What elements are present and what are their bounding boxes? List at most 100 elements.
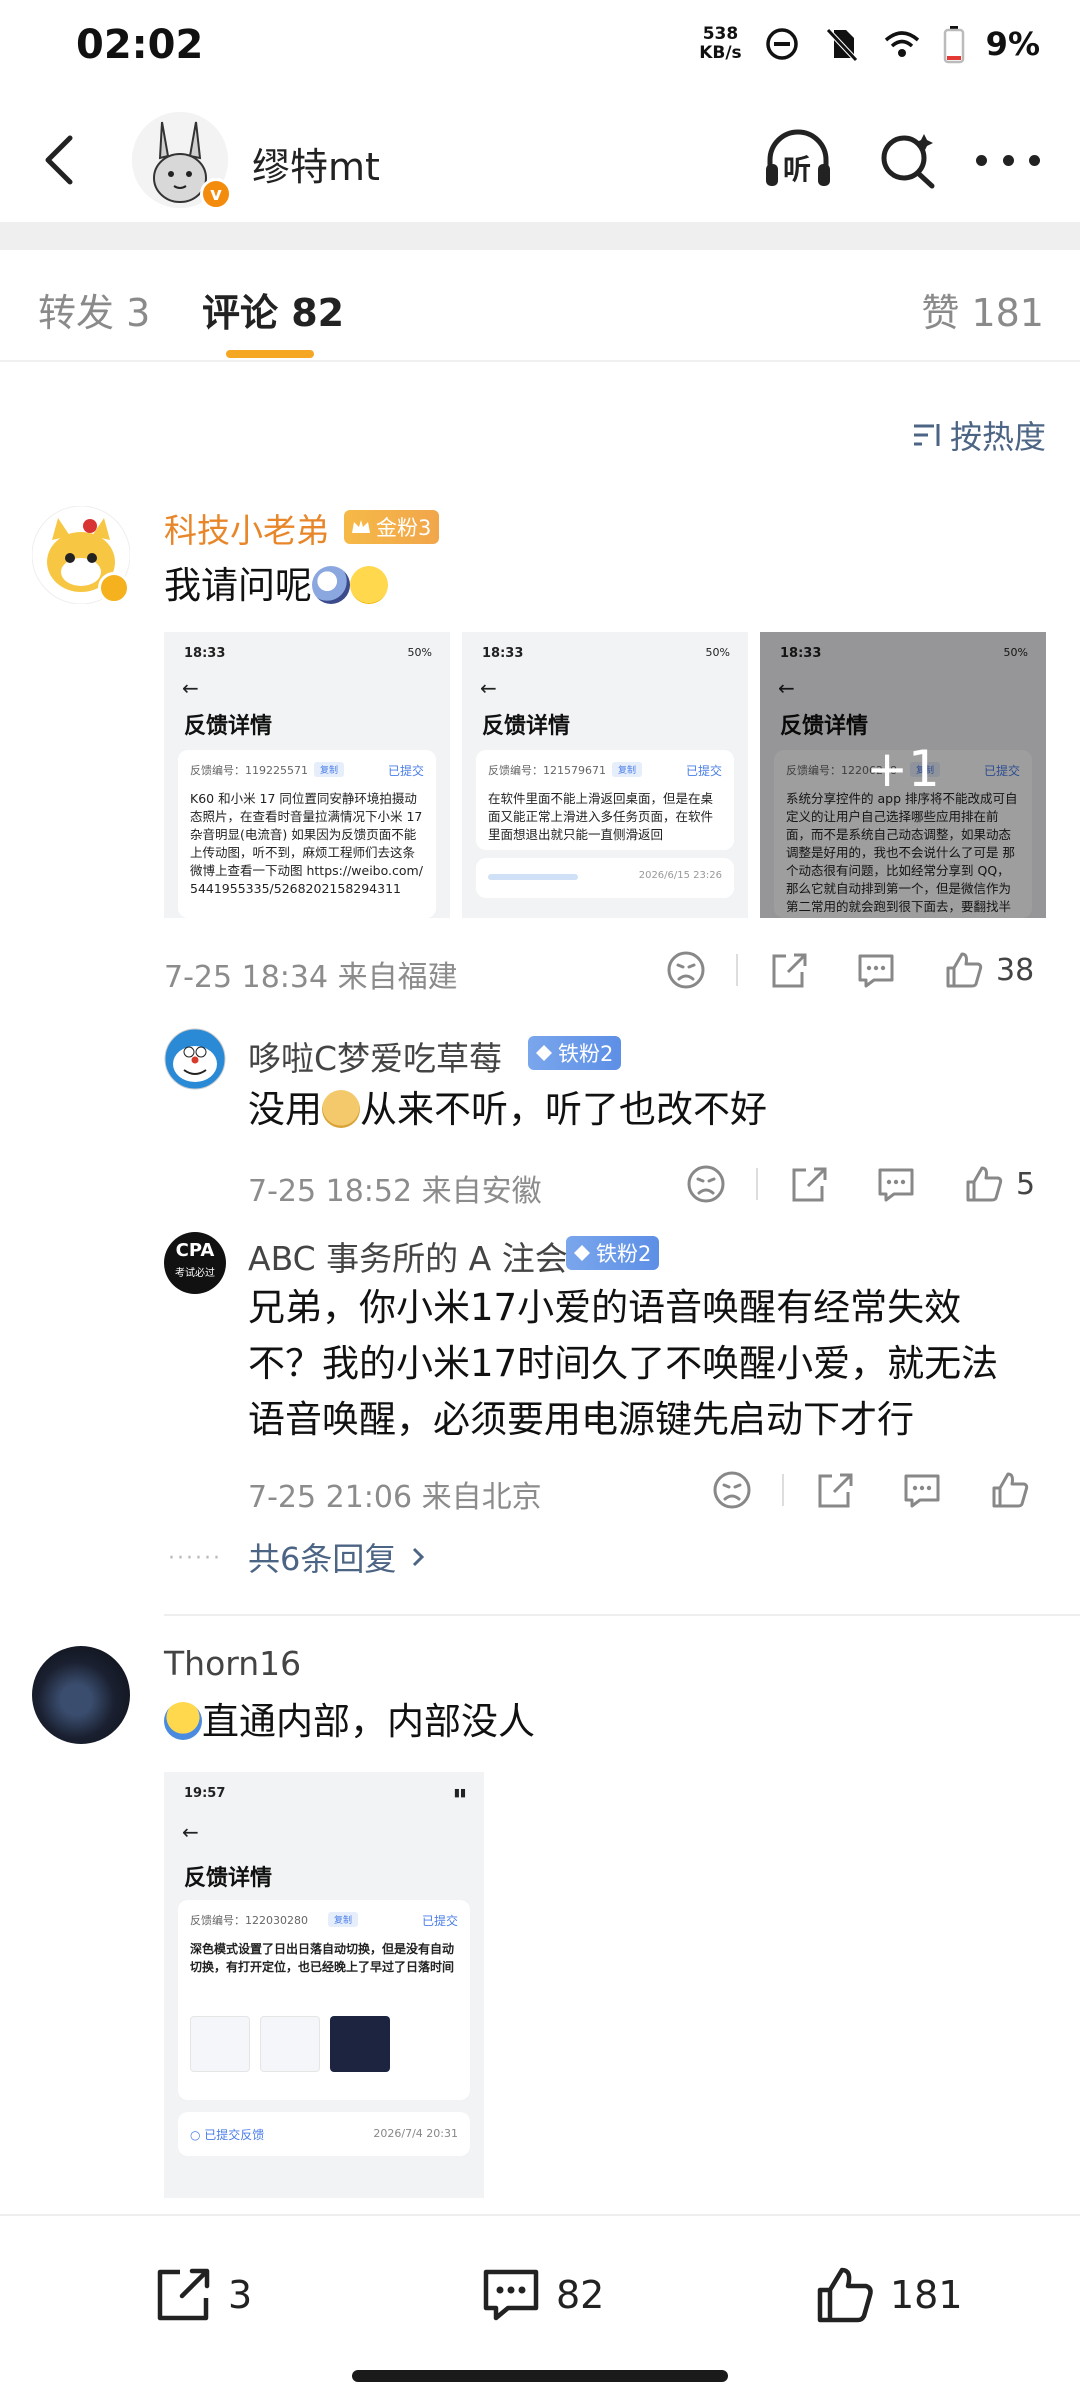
net-speed-unit: KB/s — [699, 43, 742, 63]
diamond-icon — [574, 1245, 590, 1261]
tab-repost[interactable]: 转发 3 — [38, 282, 150, 337]
reply-icon[interactable] — [900, 1468, 944, 1512]
crown-icon — [352, 520, 370, 533]
battery-percent: 9% — [985, 25, 1040, 63]
shot-title: 反馈详情 — [482, 714, 571, 739]
doge-emoji-icon — [322, 1090, 360, 1128]
no-sim-icon — [825, 28, 858, 62]
avatar-text-bottom: 考试必过 — [175, 1268, 215, 1279]
view-all-replies-link[interactable]: 共6条回复 — [248, 1534, 430, 1580]
sort-label: 按热度 — [949, 418, 1046, 456]
comment-text-content: 我请问呢 — [164, 564, 312, 607]
comment-username[interactable]: Thorn16 — [164, 1644, 301, 1683]
verified-badge: v — [200, 178, 232, 210]
more-images-count: +1 — [866, 740, 940, 798]
avatar-image — [164, 1028, 226, 1090]
like-icon[interactable] — [962, 1162, 1006, 1206]
dislike-icon[interactable] — [710, 1468, 754, 1512]
shot-time: 18:33 — [184, 646, 226, 661]
emoji-icon — [350, 566, 388, 604]
author-name[interactable]: 缪特mt — [252, 136, 380, 191]
search-icon[interactable] — [876, 128, 940, 192]
listen-button[interactable]: 听 — [762, 126, 834, 194]
shot-date: 2026/7/4 20:31 — [373, 2127, 458, 2140]
comment-image[interactable]: 18:33 50% ← 反馈详情 反馈编号：121579671 复制 已提交 在… — [462, 632, 748, 918]
share-icon[interactable] — [766, 948, 810, 992]
sort-by-hot-button[interactable]: 按热度 — [910, 412, 1046, 458]
shot-battery: 50% — [407, 646, 432, 659]
repost-icon — [157, 2268, 210, 2321]
battery-icon — [943, 26, 964, 64]
reply-actions — [710, 1468, 1032, 1512]
verified-badge — [98, 572, 130, 604]
shot-ticket: 反馈编号：122030280 — [190, 1914, 308, 1927]
comment-image[interactable]: 19:57 ▮▮ ← 反馈详情 反馈编号：122030280 复制 已提交 深色… — [164, 1772, 484, 2198]
reply-text: 没用 从来不听，听了也改不好 — [248, 1082, 767, 1138]
comment-count: 82 — [556, 2273, 605, 2317]
comment-button[interactable]: 82 — [478, 2262, 604, 2328]
like-count: 38 — [996, 952, 1035, 988]
more-options-button[interactable] — [976, 136, 1040, 184]
comment-username[interactable]: 科技小老弟 — [164, 504, 329, 552]
reply-icon[interactable] — [854, 948, 898, 992]
shot-thumb — [330, 2016, 390, 2072]
home-indicator[interactable] — [352, 2370, 728, 2382]
reply-time-location: 7-25 21:06 来自北京 — [248, 1480, 542, 1515]
comment-image[interactable]: 18:33 50% ← 反馈详情 反馈编号：12206248 复制 已提交 系统… — [760, 632, 1046, 918]
reply-time-location: 7-25 18:52 来自安徽 — [248, 1174, 542, 1209]
shot-back-icon: ← — [480, 676, 497, 700]
top-bar: v 缪特mt 听 — [0, 100, 1080, 220]
comment-avatar[interactable] — [31, 505, 131, 605]
share-icon[interactable] — [786, 1162, 830, 1206]
do-not-disturb-icon — [765, 28, 798, 60]
repost-count: 3 — [228, 2273, 253, 2317]
replies-separator: ······ — [168, 1546, 222, 1571]
shot-footer: ○ 已提交反馈 2026/7/4 20:31 — [178, 2112, 470, 2156]
net-speed-value: 538 — [702, 24, 739, 44]
avatar-text-top: CPA — [175, 1240, 215, 1261]
shot-status: 已提交 — [421, 1914, 458, 1928]
reply-actions: 5 — [684, 1162, 1035, 1206]
sort-icon — [913, 424, 940, 446]
shot-body: 在软件里面不能上滑返回桌面，但是在桌面又能正常上滑进入多任务页面，在软件里面想退… — [488, 791, 714, 842]
tab-likes[interactable]: 赞 181 — [921, 282, 1044, 337]
comment-avatar[interactable] — [32, 1646, 130, 1744]
comment-icon — [483, 2269, 539, 2321]
tab-comments[interactable]: 评论 82 — [202, 282, 344, 337]
shot-battery: 50% — [705, 646, 730, 659]
like-count: 181 — [890, 2273, 963, 2317]
reply-icon[interactable] — [874, 1162, 918, 1206]
comment-time-location: 7-25 18:34 来自福建 — [164, 960, 458, 995]
shot-ticket: 反馈编号：121579671 — [488, 764, 606, 777]
shot-footer-label: ○ 已提交反馈 — [190, 2128, 265, 2142]
share-icon[interactable] — [812, 1468, 856, 1512]
like-icon[interactable] — [988, 1468, 1032, 1512]
comment-image[interactable]: 18:33 50% ← 反馈详情 反馈编号：119225571 复制 已提交 K… — [164, 632, 450, 918]
shot-time: 19:57 — [184, 1786, 226, 1801]
shot-card: 反馈编号：122030280 复制 已提交 深色模式设置了日出日落自动切换，但是… — [178, 1900, 470, 2100]
shot-card: 反馈编号：121579671 复制 已提交 在软件里面不能上滑返回桌面，但是在桌… — [476, 750, 734, 850]
like-icon[interactable] — [942, 948, 986, 992]
reply-username[interactable]: 哆啦C梦爱吃草莓 — [248, 1032, 502, 1080]
shot-copy: 复制 — [612, 762, 643, 777]
shot-status: 已提交 — [387, 764, 424, 778]
like-button[interactable]: 181 — [812, 2262, 963, 2328]
back-icon[interactable] — [30, 128, 94, 192]
like-icon — [817, 2267, 873, 2323]
reply-avatar[interactable] — [164, 1028, 226, 1090]
shot-title: 反馈详情 — [184, 1866, 273, 1891]
shot-back-icon: ← — [182, 676, 199, 700]
author-avatar[interactable]: v — [132, 112, 232, 210]
repost-button[interactable]: 3 — [150, 2262, 252, 2328]
reply-username[interactable]: ABC 事务所的 A 注会 — [248, 1232, 568, 1280]
dislike-icon[interactable] — [664, 948, 708, 992]
shot-battery-icon: ▮▮ — [453, 1786, 466, 1799]
dislike-icon[interactable] — [684, 1162, 728, 1206]
chevron-right-icon — [413, 1547, 425, 1567]
shot-card: 反馈编号：119225571 复制 已提交 K60 和小米 17 同位置同安静环… — [178, 750, 436, 918]
tab-bar: 转发 3 评论 82 赞 181 — [0, 250, 1080, 362]
shot-body: 深色模式设置了日出日落自动切换，但是没有自动切换，有打开定位，也已经晚上了早过了… — [190, 1942, 455, 1974]
shot-title: 反馈详情 — [184, 714, 273, 739]
comment-divider — [164, 1614, 1080, 1616]
reply-avatar[interactable]: CPA 考试必过 — [164, 1232, 226, 1294]
